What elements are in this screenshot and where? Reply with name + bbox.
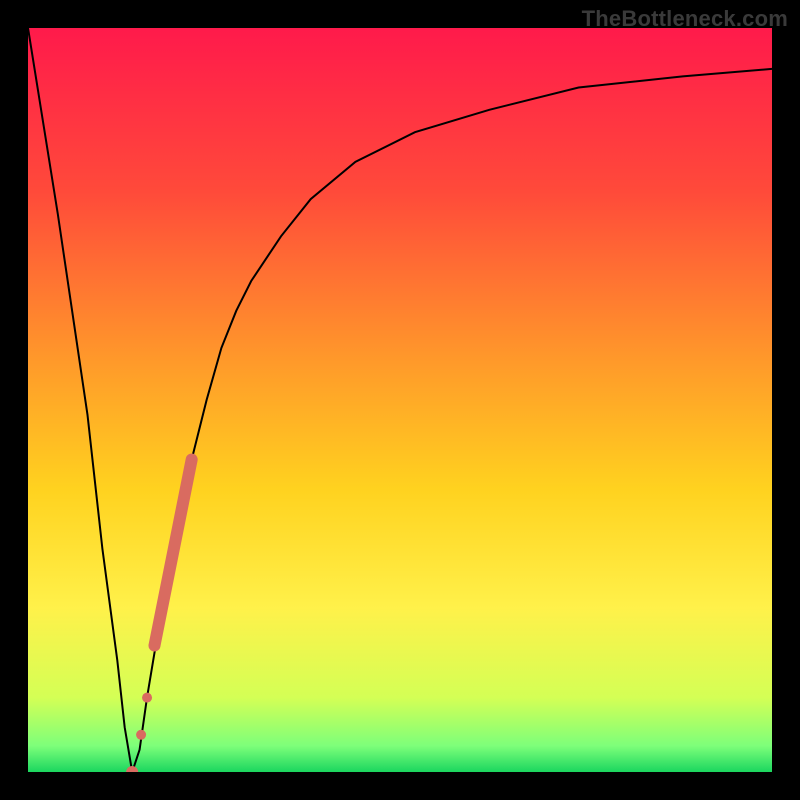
highlight-gap-dot-1 xyxy=(136,730,146,740)
chart-frame: TheBottleneck.com xyxy=(0,0,800,800)
highlight-gap-dot-2 xyxy=(142,693,152,703)
watermark-text: TheBottleneck.com xyxy=(582,6,788,32)
bottleneck-chart xyxy=(28,28,772,772)
plot-area xyxy=(28,28,772,772)
